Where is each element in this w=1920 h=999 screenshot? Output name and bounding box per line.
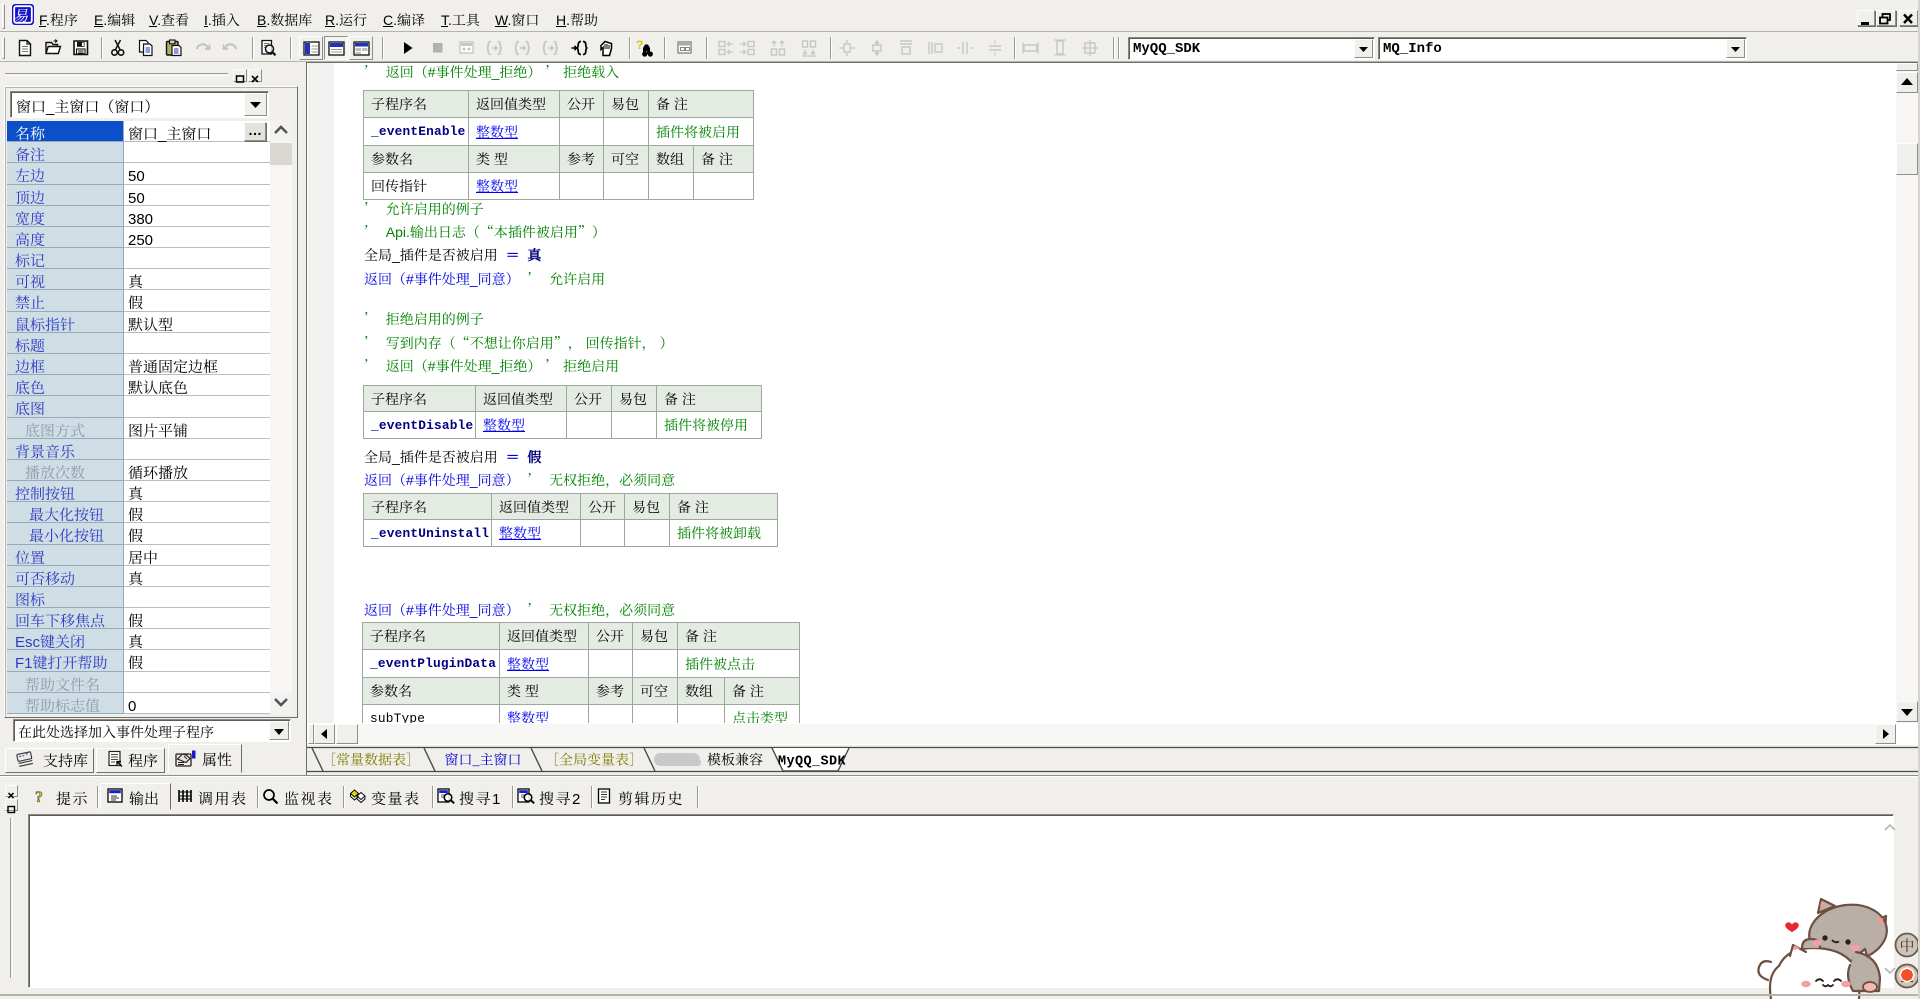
svg-text:?: ? xyxy=(35,789,43,806)
svg-text:易: 易 xyxy=(13,5,31,26)
svg-text:窗口_主窗口: 窗口_主窗口 xyxy=(445,750,522,770)
svg-text:［常量数据表］: ［常量数据表］ xyxy=(322,750,420,770)
svg-text:中: 中 xyxy=(1899,935,1914,956)
svg-text:MyQQ_SDK: MyQQ_SDK xyxy=(778,755,847,770)
svg-text:模板兼容: 模板兼容 xyxy=(707,750,763,770)
svg-text:［全局变量表］: ［全局变量表］ xyxy=(545,750,643,770)
svg-text:?: ? xyxy=(636,39,643,52)
